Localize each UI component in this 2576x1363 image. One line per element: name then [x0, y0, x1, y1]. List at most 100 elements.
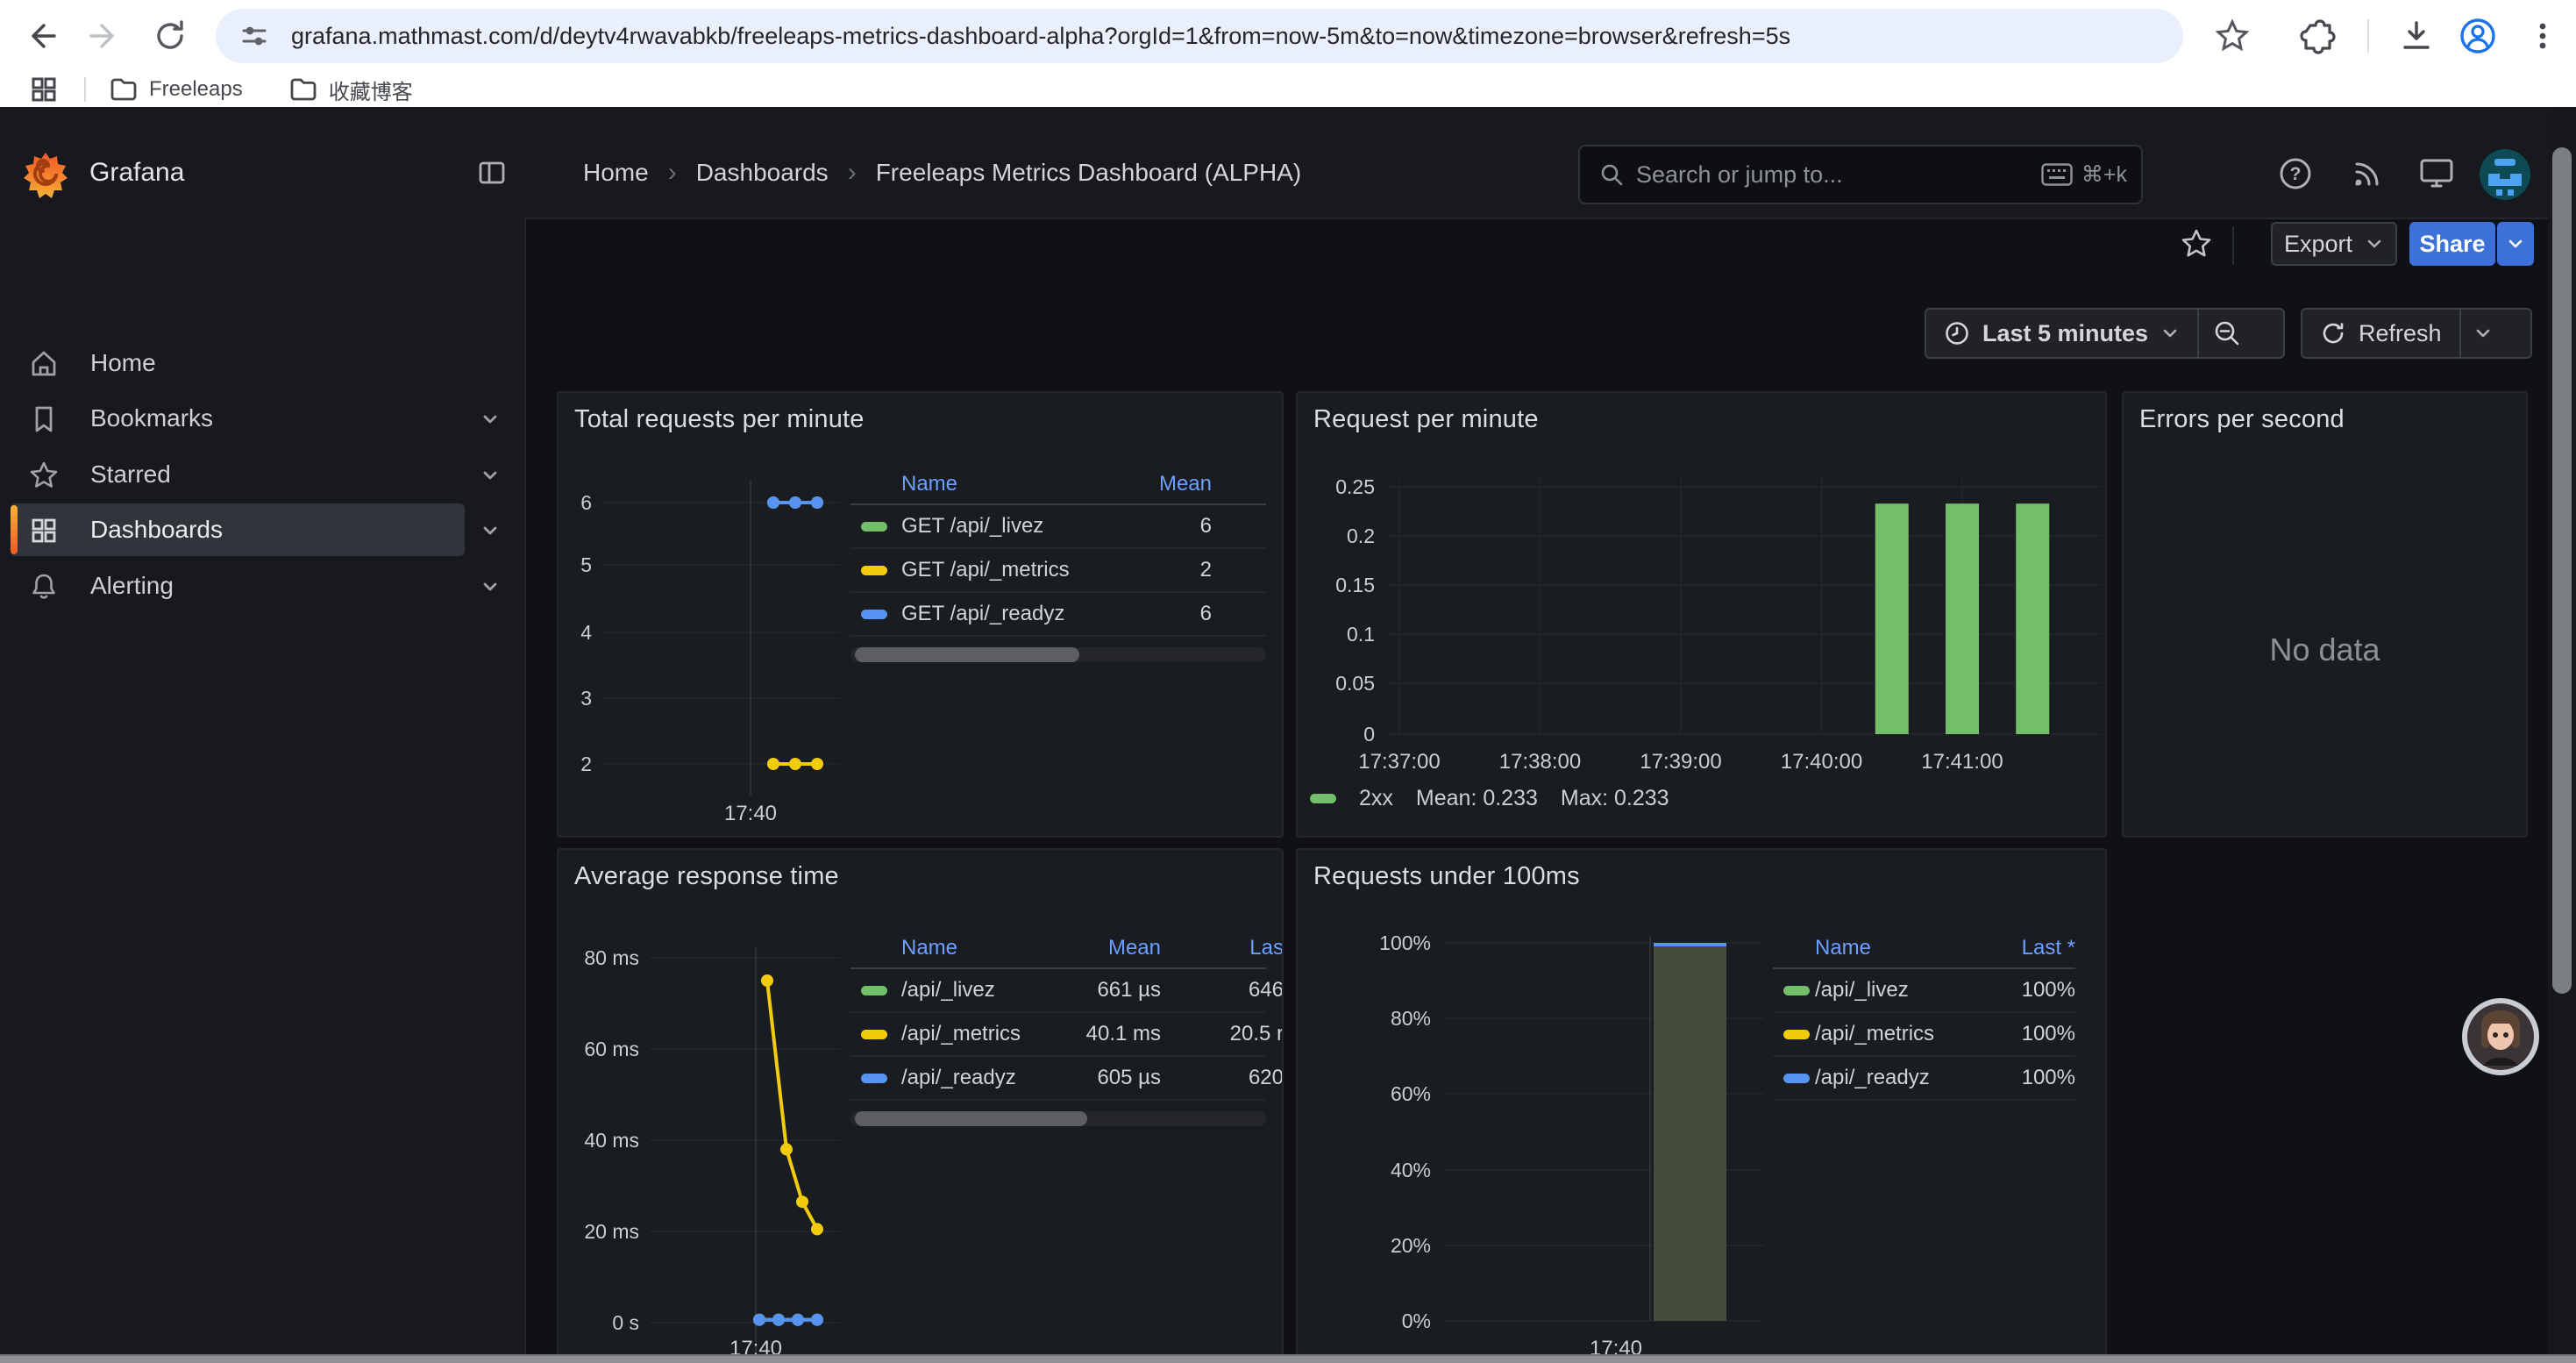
- toolbar-divider: [2367, 19, 2369, 53]
- chevron-down-icon[interactable]: [479, 408, 502, 431]
- dashboards-grid-icon: [28, 515, 60, 546]
- series-color-pill[interactable]: [861, 610, 887, 619]
- data-point: [761, 974, 773, 987]
- bookmark-folder-blogs[interactable]: 收藏博客: [288, 75, 413, 105]
- downloads-icon[interactable]: [2392, 11, 2441, 61]
- legend-series-name[interactable]: 2xx: [1359, 786, 1393, 811]
- series-color-pill[interactable]: [861, 986, 887, 995]
- legend-series-name[interactable]: /api/_livez: [1815, 969, 1909, 1011]
- legend-series-name[interactable]: GET /api/_livez: [901, 505, 1043, 547]
- chevron-down-icon: [2365, 234, 2384, 253]
- series-color-pill[interactable]: [861, 522, 887, 532]
- site-settings-icon[interactable]: [230, 11, 279, 61]
- series-color-pill[interactable]: [861, 1074, 887, 1083]
- sidebar-item-dashboards[interactable]: Dashboards: [0, 503, 524, 556]
- sidebar-item-starred[interactable]: Starred: [0, 448, 524, 501]
- assistant-avatar[interactable]: [2461, 997, 2540, 1076]
- sidebar-item-home[interactable]: Home: [0, 337, 524, 389]
- vertical-scrollbar[interactable]: [2548, 107, 2576, 1354]
- profile-icon[interactable]: [2453, 11, 2502, 61]
- grafana-app-name: Grafana: [89, 158, 184, 188]
- search-input[interactable]: Search or jump to... ⌘+k: [1578, 145, 2143, 204]
- legend-row: /api/_metrics100%: [1773, 1013, 2075, 1057]
- legend-series-name[interactable]: /api/_readyz: [1815, 1057, 1930, 1099]
- sidebar-item-label: Bookmarks: [90, 404, 213, 432]
- zoom-out-button[interactable]: [2199, 310, 2255, 357]
- horizontal-scrollbar[interactable]: [0, 1354, 2576, 1363]
- browser-menu-icon[interactable]: [2518, 11, 2567, 61]
- legend-value: 20.5 r: [1135, 1013, 1284, 1055]
- data-point: [792, 1314, 804, 1326]
- bookmark-folder-freeleaps[interactable]: Freeleaps: [109, 75, 243, 104]
- y-tick-label: 3: [580, 687, 592, 710]
- data-point: [811, 1314, 823, 1326]
- panel-requests-under-100ms: Requests under 100ms 100%80%60%40%20%0%1…: [1296, 848, 2107, 1363]
- breadcrumb-home[interactable]: Home: [583, 159, 649, 187]
- legend-series-name[interactable]: /api/_metrics: [901, 1013, 1021, 1055]
- export-button[interactable]: Export: [2271, 222, 2397, 266]
- bar-17:41:30: [2016, 503, 2049, 734]
- series-color-pill[interactable]: [1783, 1030, 1810, 1039]
- legend-header: Name Mean: [850, 465, 1266, 505]
- help-icon[interactable]: ?: [2276, 154, 2315, 193]
- data-point: [789, 496, 801, 509]
- chevron-down-icon[interactable]: [479, 464, 502, 487]
- legend-series-name[interactable]: /api/_readyz: [901, 1057, 1016, 1099]
- dock-sidebar-icon[interactable]: [477, 158, 507, 188]
- keyboard-icon: [2041, 163, 2073, 186]
- legend-series-name[interactable]: /api/_livez: [901, 969, 995, 1011]
- legend-column-header[interactable]: Las: [1135, 929, 1284, 967]
- legend-row: /api/_livez100%: [1773, 969, 2075, 1013]
- clock-icon: [1944, 320, 1970, 346]
- chevron-down-icon[interactable]: [479, 519, 502, 542]
- breadcrumb: Home › Dashboards › Freeleaps Metrics Da…: [583, 158, 1301, 188]
- toolbar-divider: [2232, 226, 2234, 265]
- y-tick-label: 20%: [1391, 1234, 1431, 1257]
- legend-scrollbar-thumb[interactable]: [855, 1111, 1087, 1126]
- sidebar-item-bookmarks[interactable]: Bookmarks: [0, 392, 524, 445]
- share-menu-caret[interactable]: [2497, 222, 2534, 266]
- legend-value: 100%: [1926, 1057, 2075, 1099]
- scrollbar-thumb[interactable]: [2552, 147, 2572, 994]
- display-icon[interactable]: [2416, 154, 2457, 193]
- refresh-button[interactable]: Refresh: [2302, 310, 2459, 357]
- panel-title[interactable]: Errors per second: [2139, 405, 2345, 434]
- series-color-pill[interactable]: [1783, 1074, 1810, 1083]
- grafana-logo[interactable]: [23, 151, 68, 200]
- legend-series-name[interactable]: GET /api/_metrics: [901, 549, 1070, 591]
- bookmark-star-icon[interactable]: [2208, 11, 2257, 61]
- legend-scrollbar[interactable]: [850, 1111, 1266, 1126]
- legend-value: 646: [1135, 969, 1284, 1011]
- legend-scrollbar[interactable]: [850, 647, 1266, 662]
- legend-column-header[interactable]: Last *: [1926, 929, 2075, 967]
- time-range-button[interactable]: Last 5 minutes: [1926, 310, 2197, 357]
- home-icon: [28, 348, 60, 380]
- extensions-icon[interactable]: [2294, 11, 2343, 61]
- legend-header: Name Last *: [1773, 929, 2075, 969]
- breadcrumb-dashboards[interactable]: Dashboards: [696, 159, 829, 187]
- legend-scrollbar-thumb[interactable]: [855, 647, 1079, 662]
- legend-column-header[interactable]: Mean: [1063, 465, 1212, 503]
- forward-icon[interactable]: [81, 11, 130, 61]
- panel-average-response-time: Average response time 80 ms60 ms40 ms20 …: [557, 848, 1284, 1363]
- legend-series-name[interactable]: /api/_metrics: [1815, 1013, 1934, 1055]
- sidebar-item-alerting[interactable]: Alerting: [0, 560, 524, 612]
- reload-icon[interactable]: [146, 11, 195, 61]
- legend-column-header[interactable]: Name: [901, 929, 957, 967]
- refresh-interval-caret[interactable]: [2461, 310, 2505, 357]
- series-color-pill: [1310, 794, 1336, 803]
- series-color-pill[interactable]: [1783, 986, 1810, 995]
- series-color-pill[interactable]: [861, 1030, 887, 1039]
- back-icon[interactable]: [16, 11, 65, 61]
- legend-column-header[interactable]: Name: [1815, 929, 1871, 967]
- address-bar[interactable]: grafana.mathmast.com/d/deytv4rwavabkb/fr…: [216, 9, 2183, 63]
- panel-errors-per-second: Errors per second No data: [2122, 391, 2528, 838]
- legend-series-name[interactable]: GET /api/_readyz: [901, 593, 1064, 635]
- news-rss-icon[interactable]: [2348, 154, 2387, 193]
- favorite-dashboard-star-icon[interactable]: [2180, 227, 2213, 260]
- legend-column-header[interactable]: Name: [901, 465, 957, 503]
- chevron-down-icon[interactable]: [479, 575, 502, 598]
- user-avatar[interactable]: [2478, 147, 2532, 202]
- series-color-pill[interactable]: [861, 566, 887, 575]
- share-button[interactable]: Share: [2409, 222, 2495, 266]
